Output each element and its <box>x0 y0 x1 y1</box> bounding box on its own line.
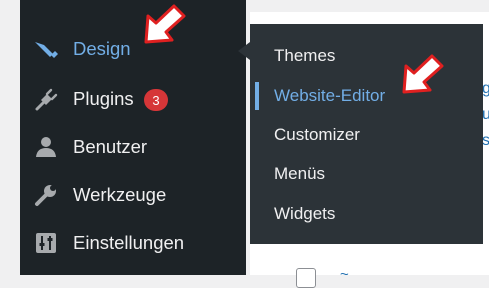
sidebar-item-design[interactable]: Design <box>20 25 246 73</box>
sidebar-item-label: Design <box>73 38 131 59</box>
submenu-item-label: Website-Editor <box>274 86 386 105</box>
sidebar-item-einstellungen[interactable]: Einstellungen <box>20 219 246 267</box>
sidebar-item-benutzer[interactable]: Benutzer <box>20 123 246 171</box>
submenu-pointer <box>238 42 250 60</box>
submenu-item-widgets[interactable]: Widgets <box>250 196 483 232</box>
peek-text-1[interactable]: g <box>482 80 489 98</box>
submenu-item-label: Customizer <box>274 125 360 144</box>
sidebar-item-label: Benutzer <box>73 136 148 157</box>
row-checkbox[interactable] <box>296 268 316 288</box>
submenu-item-website-editor[interactable]: Website-Editor <box>250 78 483 114</box>
submenu-item-label: Widgets <box>274 204 336 223</box>
top-strip <box>250 0 489 12</box>
settings-sliders-icon <box>32 229 60 257</box>
submenu-item-label: Themes <box>274 46 336 65</box>
sidebar-item-label: Plugins <box>73 88 134 109</box>
paintbrush-icon <box>32 35 60 63</box>
update-count-badge: 3 <box>144 89 168 111</box>
annotation-arrow-design <box>144 4 186 44</box>
design-flyout-submenu: Themes Website-Editor Customizer Menüs W… <box>250 24 483 244</box>
wrench-icon <box>32 181 60 209</box>
current-item-marker <box>255 82 259 110</box>
sidebar-item-plugins[interactable]: Plugins 3 <box>20 75 246 123</box>
annotation-arrow-website-editor <box>402 54 444 94</box>
submenu-item-menus[interactable]: Menüs <box>250 156 483 192</box>
peek-text-3[interactable]: sc <box>482 132 489 150</box>
submenu-item-customizer[interactable]: Customizer <box>250 117 483 153</box>
peek-text-2[interactable]: u <box>482 106 489 124</box>
sidebar-item-label: Werkzeuge <box>73 184 167 205</box>
submenu-item-label: Menüs <box>274 164 326 183</box>
sidebar-item-label: Einstellungen <box>73 232 185 253</box>
sidebar-item-werkzeuge[interactable]: Werkzeuge <box>20 171 246 219</box>
admin-sidebar: Design Plugins 3 Benutzer Werkzeuge Eins… <box>20 0 246 275</box>
user-icon <box>32 133 60 161</box>
plug-icon <box>32 85 60 113</box>
submenu-item-themes[interactable]: Themes <box>250 38 483 74</box>
